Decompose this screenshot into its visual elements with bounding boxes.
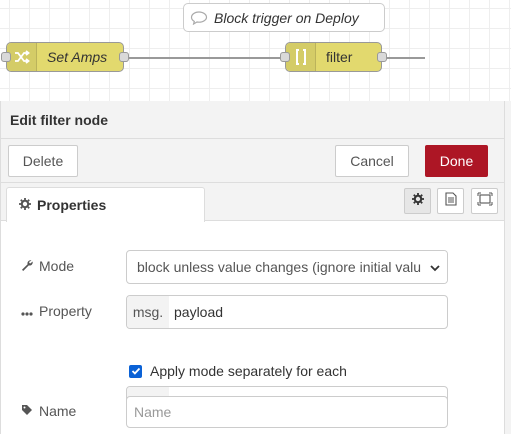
- name-label: Name: [21, 403, 76, 419]
- property-input[interactable]: msg. payload: [126, 295, 448, 329]
- appearance-icon: [477, 192, 493, 211]
- wire[interactable]: [385, 57, 425, 59]
- input-port[interactable]: [1, 52, 11, 62]
- flow-canvas[interactable]: Block trigger on Deploy Set Amps filter: [0, 0, 511, 101]
- node-label: filter: [326, 49, 353, 65]
- output-port[interactable]: [119, 52, 129, 62]
- shuffle-icon: [7, 43, 37, 71]
- property-type-button[interactable]: msg.: [127, 296, 169, 328]
- comment-node[interactable]: Block trigger on Deploy: [183, 3, 385, 32]
- tray-scrollbar[interactable]: [505, 101, 511, 434]
- description-icon: [444, 191, 457, 211]
- chevron-down-icon: [429, 261, 441, 277]
- wire[interactable]: [127, 57, 283, 59]
- gear-icon: [411, 192, 424, 210]
- gear-icon: [19, 197, 31, 213]
- separate-label: Apply mode separately for each: [150, 363, 347, 379]
- tray-toolbar: Delete Cancel Done: [1, 139, 504, 183]
- separate-checkbox-row[interactable]: Apply mode separately for each: [129, 363, 347, 379]
- comment-icon: [184, 10, 214, 25]
- comment-label: Block trigger on Deploy: [214, 9, 359, 26]
- done-button[interactable]: Done: [425, 145, 488, 177]
- tabs-bar: Properties: [1, 183, 504, 222]
- separate-checkbox[interactable]: [129, 364, 142, 378]
- ellipsis-icon: [21, 303, 33, 319]
- tab-description-button[interactable]: [437, 188, 464, 214]
- node-label: Set Amps: [47, 49, 108, 65]
- cancel-button[interactable]: Cancel: [335, 145, 409, 177]
- input-port[interactable]: [280, 52, 290, 62]
- filter-icon: [286, 43, 316, 71]
- change-node[interactable]: Set Amps: [1, 42, 129, 72]
- property-label: Property: [21, 303, 92, 319]
- tab-properties[interactable]: Properties: [6, 187, 205, 222]
- tag-icon: [21, 403, 33, 419]
- mode-value: block unless value changes (ignore initi…: [137, 259, 434, 275]
- property-value[interactable]: payload: [169, 296, 223, 328]
- output-port[interactable]: [377, 52, 387, 62]
- wrench-icon: [21, 258, 33, 274]
- tray-title: Edit filter node: [1, 101, 504, 139]
- tab-label: Properties: [37, 197, 107, 213]
- edit-tray: Edit filter node Delete Cancel Done Prop…: [0, 101, 505, 434]
- mode-label: Mode: [21, 258, 74, 274]
- name-input[interactable]: Name: [126, 396, 448, 428]
- mode-select[interactable]: block unless value changes (ignore initi…: [126, 250, 448, 284]
- delete-button[interactable]: Delete: [8, 145, 78, 177]
- tab-appearance-button[interactable]: [471, 188, 498, 214]
- tab-properties-icon-button[interactable]: [404, 188, 431, 214]
- filter-node[interactable]: filter: [280, 42, 387, 72]
